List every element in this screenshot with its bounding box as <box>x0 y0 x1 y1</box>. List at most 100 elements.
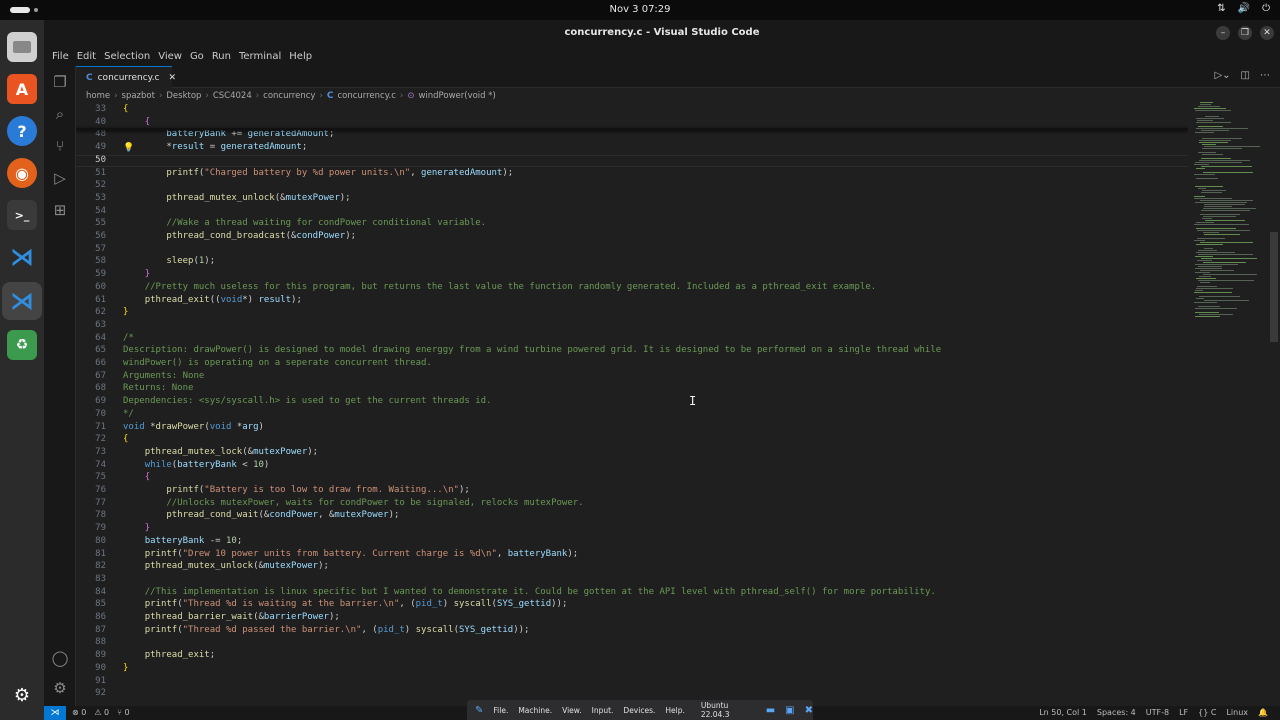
menu-view[interactable]: View <box>154 51 186 62</box>
maximize-button[interactable]: ❐ <box>1238 26 1252 40</box>
vbox-menu-file[interactable]: File. <box>493 706 508 715</box>
pin-icon[interactable]: ✎ <box>475 705 483 716</box>
code-line[interactable]: 72 { <box>76 434 1188 447</box>
vbox-close-icon[interactable]: ✖ <box>805 705 813 716</box>
code-line[interactable]: 91 <box>76 676 1188 689</box>
software-center-icon[interactable]: A <box>7 74 37 104</box>
manage-gear-icon[interactable]: ⚙ <box>50 678 70 698</box>
code-line[interactable]: 85 printf("Thread %d is waiting at the b… <box>76 599 1188 612</box>
minimize-button[interactable]: – <box>1216 26 1230 40</box>
menu-help[interactable]: Help <box>285 51 316 62</box>
menu-edit[interactable]: Edit <box>73 51 100 62</box>
code-line[interactable]: 67 Arguments: None <box>76 371 1188 384</box>
code-line[interactable]: 68 Returns: None <box>76 383 1188 396</box>
files-app-icon[interactable] <box>7 32 37 62</box>
vbox-menu-help[interactable]: Help. <box>665 706 684 715</box>
more-actions-icon[interactable]: ⋯ <box>1260 70 1270 81</box>
tab-close-icon[interactable]: ✕ <box>169 73 177 83</box>
vscode-app-icon[interactable]: ⋊ <box>7 242 37 272</box>
code-line[interactable]: 92 <box>76 688 1188 701</box>
code-line[interactable]: 81 printf("Drew 10 power units from batt… <box>76 549 1188 562</box>
code-line[interactable]: 71 void *drawPower(void *arg) <box>76 422 1188 435</box>
terminal-icon[interactable]: >_ <box>7 200 37 230</box>
code-line[interactable]: 57 <box>76 244 1188 257</box>
code-line[interactable]: 63 <box>76 320 1188 333</box>
volume-icon[interactable]: 🔊 <box>1238 3 1250 14</box>
run-debug-icon[interactable]: ▷ <box>50 168 70 188</box>
code-line[interactable]: 70 */ <box>76 409 1188 422</box>
ports-indicator[interactable]: ⑂ 0 <box>117 708 129 717</box>
cursor-position[interactable]: Ln 50, Col 1 <box>1039 708 1087 717</box>
code-line[interactable]: 62} <box>76 307 1188 320</box>
vbox-restore-icon[interactable]: ▣ <box>785 705 794 716</box>
code-line[interactable]: 59 } <box>76 269 1188 282</box>
source-control-icon[interactable]: ⑂ <box>50 136 70 156</box>
code-line[interactable]: 90} <box>76 663 1188 676</box>
code-line[interactable]: 58 sleep(1); <box>76 256 1188 269</box>
breadcrumb-item[interactable]: Desktop <box>166 91 201 101</box>
account-icon[interactable]: ◯ <box>50 648 70 668</box>
code-line[interactable]: 84 //This implementation is linux specif… <box>76 587 1188 600</box>
code-line[interactable]: 74 while(batteryBank < 10) <box>76 460 1188 473</box>
code-line[interactable]: 69 Dependencies: <sys/syscall.h> is used … <box>76 396 1188 409</box>
breadcrumb-item[interactable]: concurrency <box>263 91 315 101</box>
run-file-icon[interactable]: ▷⌄ <box>1214 70 1230 81</box>
code-line[interactable]: 52 <box>76 180 1188 193</box>
tab-concurrency-c[interactable]: C concurrency.c ✕ <box>76 66 176 88</box>
code-line[interactable]: 79 } <box>76 523 1188 536</box>
code-line[interactable]: 61 pthread_exit((void*) result); <box>76 295 1188 308</box>
menu-run[interactable]: Run <box>208 51 235 62</box>
split-editor-icon[interactable]: ◫ <box>1241 70 1250 81</box>
code-line[interactable]: 87 printf("Thread %d passed the barrier.… <box>76 625 1188 638</box>
explorer-icon[interactable]: ❐ <box>50 72 70 92</box>
code-line[interactable]: 55 //Wake a thread waiting for condPower… <box>76 218 1188 231</box>
code-line[interactable]: 53 pthread_mutex_unlock(&mutexPower); <box>76 193 1188 206</box>
end-of-line[interactable]: LF <box>1179 708 1188 717</box>
vscode-running-icon[interactable]: ⋊ <box>7 286 37 316</box>
code-line[interactable]: 89 pthread_exit; <box>76 650 1188 663</box>
code-line[interactable]: 76 printf("Battery is too low to draw fr… <box>76 485 1188 498</box>
remote-indicator-icon[interactable]: ⋊ <box>44 706 66 720</box>
indentation[interactable]: Spaces: 4 <box>1097 708 1136 717</box>
code-line[interactable]: 60 //Pretty much useless for this progra… <box>76 282 1188 295</box>
trash-icon[interactable]: ♻ <box>7 330 37 360</box>
vertical-scrollbar[interactable] <box>1270 232 1278 342</box>
code-line[interactable]: 56 pthread_cond_broadcast(&condPower); <box>76 231 1188 244</box>
code-line[interactable]: 77 //Unlocks mutexPower, waits for condP… <box>76 498 1188 511</box>
vbox-minimize-icon[interactable]: ▬ <box>766 705 775 716</box>
firefox-icon[interactable]: ◉ <box>7 158 37 188</box>
code-line[interactable]: 88 <box>76 637 1188 650</box>
code-line[interactable]: 82 pthread_mutex_unlock(&mutexPower); <box>76 561 1188 574</box>
menu-file[interactable]: File <box>48 51 73 62</box>
code-line[interactable]: 75 { <box>76 472 1188 485</box>
code-line[interactable]: 66 windPower() is operating on a seperate… <box>76 358 1188 371</box>
problems-warnings[interactable]: ⚠ 0 <box>94 708 109 717</box>
menu-terminal[interactable]: Terminal <box>235 51 285 62</box>
vbox-menu-view[interactable]: View. <box>562 706 582 715</box>
menu-go[interactable]: Go <box>186 51 208 62</box>
breadcrumb-item[interactable]: windPower(void *) <box>418 91 495 101</box>
code-line[interactable]: 65 Description: drawPower() is designed t… <box>76 345 1188 358</box>
problems-errors[interactable]: ⊗ 0 <box>72 708 86 717</box>
code-line[interactable]: 54 <box>76 206 1188 219</box>
system-tray[interactable]: ⇅ 🔊 ⏻ <box>1217 3 1270 14</box>
notifications-bell-icon[interactable]: 🔔 <box>1258 708 1268 717</box>
os-indicator[interactable]: Linux <box>1226 708 1248 717</box>
breadcrumb-item[interactable]: concurrency.c <box>337 91 395 101</box>
code-line[interactable]: 64 /* <box>76 333 1188 346</box>
show-apps-icon[interactable]: ⚙ <box>7 680 37 710</box>
close-window-button[interactable]: ✕ <box>1260 26 1274 40</box>
code-line[interactable]: 51 printf("Charged battery by %d power u… <box>76 168 1188 181</box>
encoding[interactable]: UTF-8 <box>1146 708 1169 717</box>
extensions-icon[interactable]: ⊞ <box>50 200 70 220</box>
code-line[interactable]: 83 <box>76 574 1188 587</box>
vbox-menu-input[interactable]: Input. <box>592 706 614 715</box>
code-line[interactable]: 86 pthread_barrier_wait(&barrierPower); <box>76 612 1188 625</box>
code-line[interactable]: 49 *result = generatedAmount; <box>76 142 1188 155</box>
vbox-menu-devices[interactable]: Devices. <box>623 706 655 715</box>
power-icon[interactable]: ⏻ <box>1262 3 1270 14</box>
language-mode[interactable]: {} C <box>1198 708 1216 717</box>
code-line[interactable]: 50 <box>76 155 1188 168</box>
code-line[interactable]: 78 pthread_cond_wait(&condPower, &mutexP… <box>76 510 1188 523</box>
menu-selection[interactable]: Selection <box>100 51 154 62</box>
